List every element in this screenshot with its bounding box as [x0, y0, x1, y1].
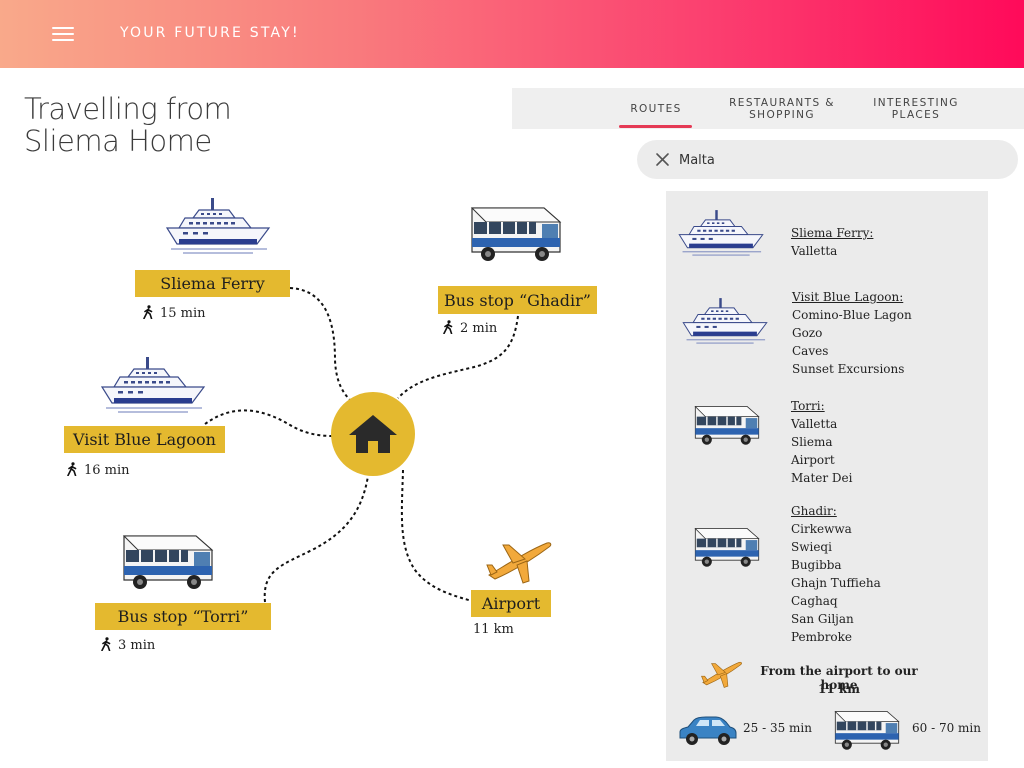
- route-stop: Gozo: [792, 326, 823, 340]
- bus-icon: [466, 202, 566, 268]
- ferry-icon: [163, 196, 273, 256]
- connector-airport: [400, 469, 473, 602]
- airplane-icon: [483, 535, 553, 585]
- ferry-icon: [98, 355, 208, 415]
- airport-info-line2: 11 km: [818, 682, 860, 696]
- place-name: Sliema Ferry: [160, 274, 265, 293]
- route-stop: Caghaq: [791, 594, 838, 608]
- walking-person-icon: [442, 320, 454, 334]
- distance-sliema-ferry: 15 min: [142, 305, 206, 321]
- routes-panel: Sliema Ferry: Valletta Visit Blue Lagoon…: [666, 191, 988, 761]
- car-travel-time: 25 - 35 min: [743, 721, 812, 735]
- route-stop: Cirkewwa: [791, 522, 852, 536]
- place-name: Bus stop “Torri”: [117, 607, 249, 626]
- search-input[interactable]: [679, 149, 999, 171]
- tab-restaurants-label: RESTAURANTS & SHOPPING: [729, 96, 835, 121]
- route-stop: Mater Dei: [791, 471, 853, 485]
- route-stop: Sunset Excursions: [792, 362, 905, 376]
- walking-person-icon: [66, 462, 78, 476]
- route-stop: Sliema: [791, 435, 833, 449]
- home-icon[interactable]: [330, 391, 416, 477]
- place-airport[interactable]: Airport: [471, 590, 551, 617]
- bus-icon: [691, 524, 763, 572]
- place-name: Bus stop “Ghadir”: [444, 290, 591, 310]
- route-title-blue-lagoon: Visit Blue Lagoon:: [792, 290, 904, 304]
- place-bus-stop-ghadir[interactable]: Bus stop “Ghadir”: [438, 286, 597, 314]
- route-title-sliema-ferry: Sliema Ferry:: [791, 226, 874, 240]
- tab-interesting-places[interactable]: INTERESTING PLACES: [862, 88, 970, 129]
- route-stop: Valletta: [791, 417, 838, 431]
- connector-sliema-ferry: [289, 287, 353, 403]
- distance-ghadir: 2 min: [442, 320, 497, 336]
- route-stop: Pembroke: [791, 630, 853, 644]
- place-name: Visit Blue Lagoon: [73, 430, 216, 449]
- walking-person-icon: [142, 305, 154, 319]
- ferry-icon: [680, 296, 770, 346]
- route-stop: Comino-Blue Lagon: [792, 308, 912, 322]
- distance-blue-lagoon: 16 min: [66, 462, 130, 478]
- route-title-torri: Torri:: [791, 399, 825, 413]
- bus-travel-time: 60 - 70 min: [912, 721, 981, 735]
- connector-torri: [263, 475, 369, 603]
- place-bus-stop-torri[interactable]: Bus stop “Torri”: [95, 603, 271, 630]
- route-stop: Ghajn Tuffieha: [791, 576, 881, 590]
- route-stop: Bugibba: [791, 558, 842, 572]
- airplane-icon: [699, 657, 743, 689]
- place-name: Airport: [481, 594, 541, 613]
- walking-person-icon: [100, 637, 112, 651]
- tab-interesting-label: INTERESTING PLACES: [873, 96, 959, 121]
- distance-airport: 11 km: [473, 622, 514, 637]
- bus-icon: [118, 530, 218, 596]
- ferry-icon: [676, 208, 766, 258]
- bus-icon: [831, 707, 903, 755]
- search-bar: [637, 140, 1018, 179]
- route-stop: Caves: [792, 344, 829, 358]
- route-stop: Valletta: [791, 244, 838, 258]
- bus-icon: [691, 402, 763, 450]
- route-stop: Swieqi: [791, 540, 832, 554]
- car-icon: [676, 714, 740, 748]
- route-stop: Airport: [791, 453, 835, 467]
- place-sliema-ferry[interactable]: Sliema Ferry: [135, 270, 290, 297]
- distance-torri: 3 min: [100, 637, 155, 653]
- route-stop: San Giljan: [791, 612, 854, 626]
- tab-restaurants-shopping[interactable]: RESTAURANTS & SHOPPING: [722, 88, 842, 129]
- place-visit-blue-lagoon[interactable]: Visit Blue Lagoon: [64, 426, 225, 453]
- route-title-ghadir: Ghadir:: [791, 504, 837, 518]
